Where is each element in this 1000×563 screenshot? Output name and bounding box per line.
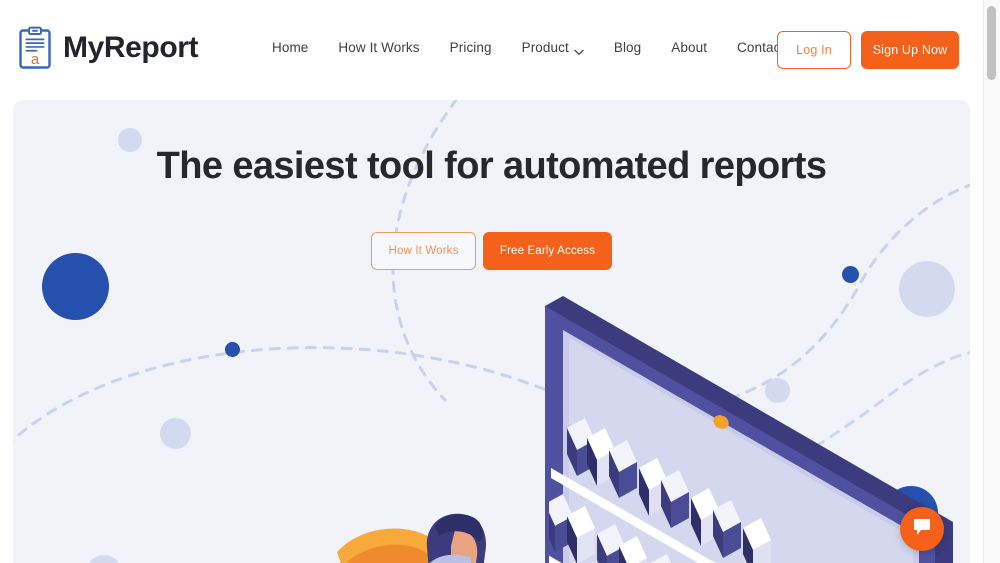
decorative-dot (225, 342, 240, 357)
nav-item-how-it-works[interactable]: How It Works (338, 40, 419, 55)
scrollbar-thumb[interactable] (987, 6, 996, 80)
nav-item-pricing[interactable]: Pricing (450, 40, 492, 55)
nav-item-label: Blog (613, 40, 642, 55)
nav-item-label: Pricing (449, 40, 492, 55)
nav-item-product[interactable]: Product (522, 40, 584, 55)
hero-cta-group: How It Works Free Early Access (13, 232, 970, 270)
site-header: a MyReport Home How It Works Pricing Pro… (0, 0, 983, 100)
person-illustration (337, 513, 486, 563)
nav-item-about[interactable]: About (671, 40, 707, 55)
nav-item-home[interactable]: Home (272, 40, 308, 55)
chat-widget-button[interactable] (900, 507, 944, 551)
hero-section: The easiest tool for automated reports H… (13, 100, 970, 563)
page-title: The easiest tool for automated reports (156, 145, 827, 187)
decorative-dot (160, 418, 191, 449)
svg-text:a: a (31, 51, 40, 68)
brand-name: MyReport (63, 31, 199, 64)
nav-item-label: About (671, 40, 708, 55)
clipboard-icon: a (18, 26, 52, 70)
nav-item-label: Product (521, 40, 569, 55)
chevron-down-icon (574, 44, 584, 55)
brand-logo-link[interactable]: a MyReport (18, 26, 199, 70)
nav-item-blog[interactable]: Blog (614, 40, 641, 55)
vertical-scrollbar[interactable] (983, 0, 1000, 563)
auth-buttons: Log In Sign Up Now (777, 31, 959, 69)
browser-page: a MyReport Home How It Works Pricing Pro… (0, 0, 1000, 563)
page-viewport: a MyReport Home How It Works Pricing Pro… (0, 0, 983, 563)
sign-up-now-button[interactable]: Sign Up Now (861, 31, 959, 69)
nav-item-label: Home (272, 40, 309, 55)
free-early-access-button[interactable]: Free Early Access (483, 232, 612, 270)
chat-bubble-icon (911, 516, 933, 543)
hero-illustration (337, 296, 953, 563)
nav-item-label: How It Works (338, 40, 420, 55)
log-in-button[interactable]: Log In (777, 31, 851, 69)
how-it-works-button[interactable]: How It Works (371, 232, 476, 270)
main-navigation: Home How It Works Pricing Product Blog A… (272, 40, 784, 55)
